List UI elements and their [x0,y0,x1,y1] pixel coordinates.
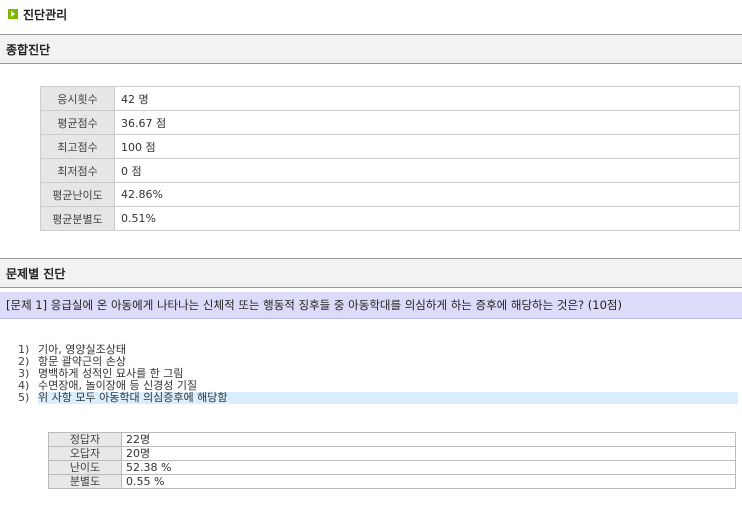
answer-options: 1) 기아, 영양실조상태 2) 항문 괄약근의 손상 3) 명백하게 성적인 … [18,344,738,404]
option-text: 위 사항 모두 아동학대 의심증후에 해당함 [38,392,738,404]
row-label: 평균분별도 [40,206,115,231]
row-label: 최고점수 [40,134,115,159]
row-value: 42 명 [114,86,740,111]
arrow-right-icon [8,9,18,19]
question-section-heading: 문제별 진단 [0,258,742,288]
question-stats-table: 정답자 22명 오답자 20명 난이도 52.38 % 분별도 0.55 % [48,432,736,489]
row-label: 응시횟수 [40,86,115,111]
list-item: 1) 기아, 영양실조상태 [18,344,738,356]
table-row: 정답자 22명 [48,432,736,447]
table-row: 평균점수 36.67 점 [40,110,740,135]
page-title-text: 진단관리 [23,7,68,22]
table-row: 평균분별도 0.51% [40,206,740,231]
table-row: 분별도 0.55 % [48,474,736,489]
stat-label: 분별도 [48,474,122,489]
stat-value: 0.55 % [121,474,736,489]
row-value: 100 점 [114,134,740,159]
stat-label: 난이도 [48,460,122,475]
table-row: 최고점수 100 점 [40,134,740,159]
summary-section-heading: 종합진단 [0,34,742,64]
row-label: 평균난이도 [40,182,115,207]
option-number: 5) [18,391,30,404]
page-title: 진단관리 [8,6,67,22]
table-row: 최저점수 0 점 [40,158,740,183]
stat-label: 정답자 [48,432,122,447]
table-row: 오답자 20명 [48,446,736,461]
stat-value: 52.38 % [121,460,736,475]
stat-label: 오답자 [48,446,122,461]
correct-option: 5) 위 사항 모두 아동학대 의심증후에 해당함 [18,392,738,404]
table-row: 응시횟수 42 명 [40,86,740,111]
table-row: 평균난이도 42.86% [40,182,740,207]
row-value: 42.86% [114,182,740,207]
row-value: 36.67 점 [114,110,740,135]
stat-value: 22명 [121,432,736,447]
question-text: [문제 1] 응급실에 온 아동에게 나타나는 신체적 또는 행동적 징후들 중… [0,292,742,319]
row-value: 0.51% [114,206,740,231]
table-row: 난이도 52.38 % [48,460,736,475]
row-value: 0 점 [114,158,740,183]
stat-value: 20명 [121,446,736,461]
row-label: 평균점수 [40,110,115,135]
row-label: 최저점수 [40,158,115,183]
summary-table: 응시횟수 42 명 평균점수 36.67 점 최고점수 100 점 최저점수 0… [40,86,740,231]
